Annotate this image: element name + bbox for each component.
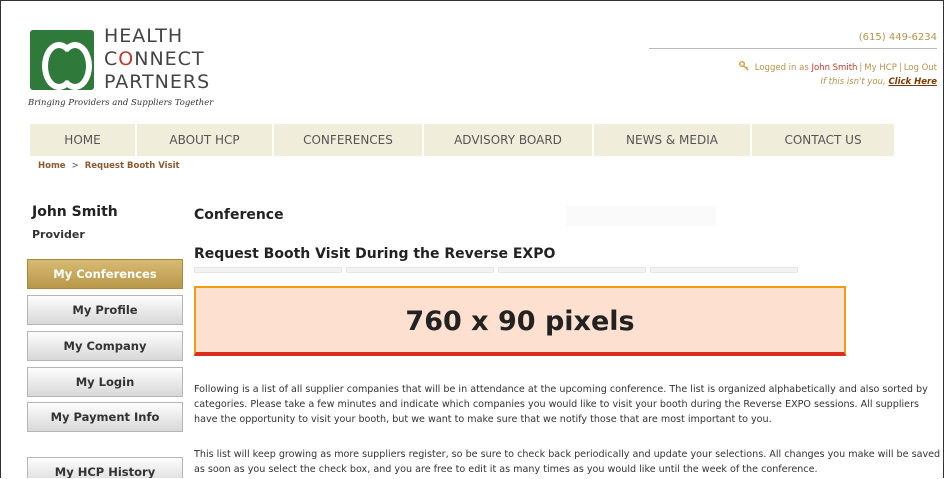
logo-wordmark: HEALTH CONNECT PARTNERS xyxy=(104,25,211,93)
main-nav: HOME ABOUT HCP CONFERENCES ADVISORY BOAR… xyxy=(30,124,894,156)
tabs-strip xyxy=(194,267,798,273)
intro-paragraph-1: Following is a list of all supplier comp… xyxy=(194,384,928,425)
ad-banner[interactable]: 760 x 90 pixels xyxy=(194,286,846,356)
breadcrumb-separator: > xyxy=(71,161,79,171)
nav-home[interactable]: HOME xyxy=(30,124,137,156)
sidebar-user-role: Provider xyxy=(32,228,85,241)
conference-name-placeholder xyxy=(566,206,716,226)
click-here-link[interactable]: Click Here xyxy=(888,77,937,87)
sidebar-my-conferences[interactable]: My Conferences xyxy=(27,259,183,289)
nav-about[interactable]: ABOUT HCP xyxy=(137,124,274,156)
sidebar-my-payment-info[interactable]: My Payment Info xyxy=(27,402,183,432)
tab-placeholder[interactable] xyxy=(346,267,494,273)
not-you-line: If this isn't you, Click Here xyxy=(820,77,937,87)
user-link[interactable]: John Smith xyxy=(811,63,857,73)
page-frame: HEALTH CONNECT PARTNERS Bringing Provide… xyxy=(0,0,944,478)
key-icon xyxy=(739,61,749,71)
nav-advisory-board[interactable]: ADVISORY BOARD xyxy=(424,124,594,156)
logo-tagline: Bringing Providers and Suppliers Togethe… xyxy=(28,98,214,108)
intro-paragraph-2: This list will keep growing as more supp… xyxy=(194,449,941,475)
sidebar-my-profile[interactable]: My Profile xyxy=(27,295,183,325)
conference-label: Conference xyxy=(194,207,284,223)
sidebar-user-name: John Smith xyxy=(32,204,118,220)
tab-placeholder[interactable] xyxy=(498,267,646,273)
page-title: Request Booth Visit During the Reverse E… xyxy=(194,246,556,262)
breadcrumb-current[interactable]: Request Booth Visit xyxy=(85,161,180,171)
sidebar-my-login[interactable]: My Login xyxy=(27,367,183,397)
sidebar-my-hcp-history[interactable]: My HCP History xyxy=(27,457,183,478)
tab-placeholder[interactable] xyxy=(650,267,798,273)
breadcrumb-home[interactable]: Home xyxy=(38,161,66,171)
phone-number: (615) 449-6234 xyxy=(858,32,937,43)
breadcrumb: Home > Request Booth Visit xyxy=(38,161,180,171)
nav-news-media[interactable]: NEWS & MEDIA xyxy=(594,124,752,156)
logo-line-1: HEALTH xyxy=(104,25,184,47)
my-hcp-link[interactable]: My HCP xyxy=(864,63,897,73)
logo-mark-icon xyxy=(30,30,94,90)
login-status: Logged in as John Smith | My HCP | Log Out xyxy=(739,61,937,73)
tab-placeholder[interactable] xyxy=(194,267,342,273)
logout-link[interactable]: Log Out xyxy=(904,63,937,73)
logo-line-3: PARTNERS xyxy=(104,71,211,93)
nav-conferences[interactable]: CONFERENCES xyxy=(274,124,424,156)
header-divider xyxy=(649,48,937,49)
logged-in-label: Logged in as xyxy=(754,63,809,73)
nav-contact-us[interactable]: CONTACT US xyxy=(752,124,894,156)
sidebar-my-company[interactable]: My Company xyxy=(27,331,183,361)
not-you-text: If this isn't you, xyxy=(820,77,886,87)
